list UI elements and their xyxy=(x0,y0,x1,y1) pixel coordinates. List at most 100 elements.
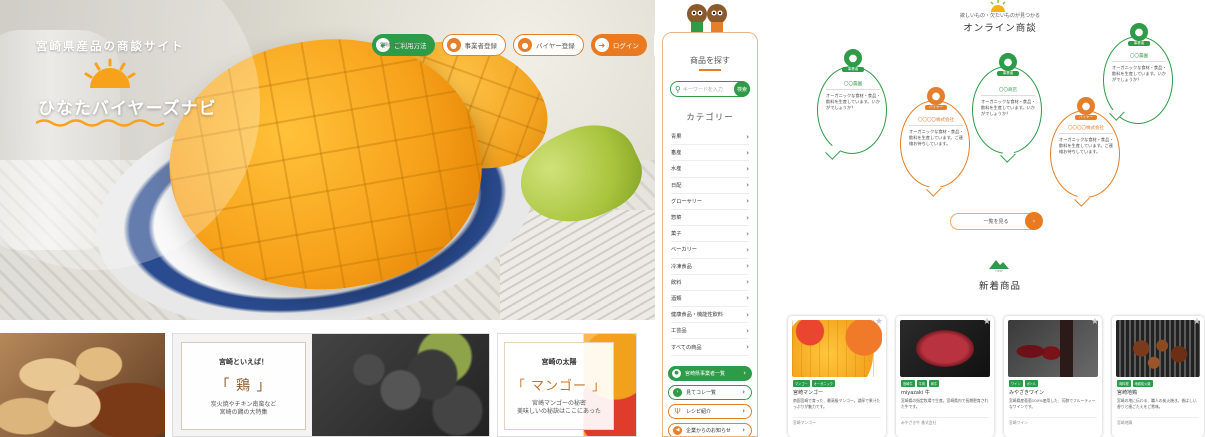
negotiation-bubble[interactable]: ● バイヤー 〇〇〇〇株式会社 オーガニックな食材・食品・飲料を生産しています。ご… xyxy=(900,87,970,197)
category-item[interactable]: 惣菜 › xyxy=(671,210,749,227)
category-item[interactable]: 水産 › xyxy=(671,161,749,178)
bubble-divider xyxy=(1112,61,1166,62)
product-description: 南国宮崎で育った、最高級マンゴー。濃厚で果汁たっぷりが魅力です。 xyxy=(793,398,881,409)
category-item[interactable]: グローサリー › xyxy=(671,194,749,210)
fork-knife-icon: Ψ xyxy=(674,406,681,416)
product-name: 宮崎マンゴー xyxy=(793,390,824,396)
category-item[interactable]: 飲料 › xyxy=(671,275,749,291)
bubble-text: オーガニックな食材・食品・飲料を生産しています。いかがでしょうか？ xyxy=(981,99,1036,117)
card-divider xyxy=(1009,417,1097,418)
product-tag[interactable]: 地鶏炭火焼 xyxy=(1132,380,1153,387)
person-glyph: ● xyxy=(931,90,941,102)
chevron-right-icon: › xyxy=(746,326,749,335)
product-card[interactable]: ★ マンゴー オーガニック 宮崎マンゴー 南国宮崎で育った、最高級マンゴー。濃厚… xyxy=(788,316,886,437)
site-logo-title[interactable]: ひなたバイヤーズナビ xyxy=(38,94,217,119)
search-input[interactable]: ⚲ キーワードを入力 検索 xyxy=(670,81,750,97)
chicken-feature-banner[interactable]: 宮崎といえば！ 「 鶏 」 炭火焼やチキン南蛮など 宮崎の鶏の大特集 xyxy=(172,333,490,437)
chevron-right-icon: › xyxy=(746,343,749,352)
look-list-button[interactable]: › 見てコレ一覧 › xyxy=(668,384,752,400)
sidebar: 商品を探す ⚲ キーワードを入力 検索 カテゴリー 青果 › 畜産 › 水産 › 日配… xyxy=(662,32,758,437)
product-tags: 宮崎牛 牛肉 和牛 xyxy=(901,380,940,387)
mascot-icon xyxy=(687,4,727,32)
recipe-button[interactable]: Ψ レシピ紹介 › xyxy=(668,403,752,419)
bubble-name: 〇〇農園 xyxy=(1130,54,1148,59)
chevron-right-icon: › xyxy=(746,197,749,206)
business-register-button[interactable]: ● 事業者登録 xyxy=(441,34,506,56)
category-item[interactable]: 冷凍食品 › xyxy=(671,259,749,275)
product-tag[interactable]: マンゴー xyxy=(793,380,810,387)
category-item[interactable]: 菓子 › xyxy=(671,226,749,243)
negotiation-bubble[interactable]: ● 事業者 〇〇農園 オーガニックな食材・食品・飲料を生産しています。いかがでしょ… xyxy=(1103,23,1173,124)
recipe-label: レシピ紹介 xyxy=(686,408,712,415)
prefecture-badge[interactable]: 宮崎県 日本の 宮崎県 xyxy=(380,32,655,58)
product-tag[interactable]: 肉料理 xyxy=(1117,380,1131,387)
product-company: 宮崎地鶏 xyxy=(1117,420,1133,425)
online-title: オンライン商談 xyxy=(963,23,1037,34)
login-button[interactable]: ➜ ログイン xyxy=(590,34,647,56)
mango-feature-banner[interactable]: 宮崎の太陽 「 マンゴー 」 宮崎マンゴーの秘密 美味しいの秘訣はここにあった xyxy=(497,333,637,437)
search-button[interactable]: 検索 xyxy=(734,81,750,97)
category-label: 工芸品 xyxy=(671,328,687,335)
card-divider xyxy=(901,417,989,418)
site-tagline: 宮崎県産品の商談サイト xyxy=(36,39,185,53)
favorite-star-icon[interactable]: ★ xyxy=(983,317,991,327)
product-tag[interactable]: 和牛 xyxy=(928,380,940,387)
badge-text: 宮崎県 日本の 宮崎県 xyxy=(380,41,419,47)
category-item[interactable]: 青果 › xyxy=(671,129,749,146)
gyoza-banner[interactable] xyxy=(0,333,165,437)
bubble-text: オーガニックな食材・食品・飲料を生産しています。いかがでしょうか？ xyxy=(1112,65,1167,83)
negotiation-bubble[interactable]: ● 事業者 〇〇商店 オーガニックな食材・食品・飲料を生産しています。いかがでしょ… xyxy=(972,53,1042,163)
bubble-divider xyxy=(909,125,963,126)
buyer-register-button[interactable]: ● バイヤー登録 xyxy=(513,34,584,56)
category-item[interactable]: 健康食品・機能性飲料 › xyxy=(671,307,749,324)
product-tag[interactable]: 宮崎牛 xyxy=(901,380,915,387)
category-label: 水産 xyxy=(671,166,682,173)
title-underline xyxy=(699,69,721,71)
bubble-divider xyxy=(981,95,1035,96)
product-card[interactable]: ★ 宮崎牛 牛肉 和牛 miyazaki 牛 宮崎県の指定牧場で生産。宮崎県内で… xyxy=(896,316,994,437)
bubble-divider xyxy=(1059,133,1113,134)
card-divider xyxy=(1117,417,1199,418)
product-tag[interactable]: オーガニック xyxy=(811,380,835,387)
company-news-button[interactable]: ◀ 企業からのお知らせ › xyxy=(668,422,752,436)
bubble-tail xyxy=(825,144,841,160)
bubble-divider xyxy=(826,89,880,90)
user-avatar-icon: ● 事業者 xyxy=(997,53,1019,76)
arrow-right-icon: › xyxy=(1025,212,1043,230)
chicken-banner-kicker: 宮崎といえば！ xyxy=(219,358,268,366)
product-image xyxy=(900,320,990,377)
negotiation-bubble[interactable]: ● バイヤー 〇〇〇〇株式会社 オーガニックな食材・食品・飲料を生産しています。ご… xyxy=(1050,97,1120,207)
category-item[interactable]: 酒類 › xyxy=(671,291,749,308)
avatar-role-tag: バイヤー xyxy=(925,105,947,110)
favorite-star-icon[interactable]: ★ xyxy=(1091,317,1099,327)
view-all-button[interactable]: 一覧を見る › xyxy=(950,212,1043,230)
category-label: 畜産 xyxy=(671,150,682,157)
category-label: 冷凍食品 xyxy=(671,263,692,270)
favorite-star-icon[interactable]: ★ xyxy=(875,317,883,327)
company-news-label: 企業からのお知らせ xyxy=(686,427,731,434)
favorite-star-icon[interactable]: ★ xyxy=(1193,317,1201,327)
sun-icon xyxy=(990,0,1006,12)
bubble-tail xyxy=(926,181,942,197)
category-item[interactable]: 日配 › xyxy=(671,178,749,194)
product-tag[interactable]: ボトル xyxy=(1024,380,1039,387)
category-title: カテゴリー xyxy=(686,113,734,123)
bubble-tail xyxy=(1074,191,1090,207)
category-item[interactable]: ベーカリー › xyxy=(671,242,749,259)
business-register-label: 事業者登録 xyxy=(464,42,498,50)
product-name: miyazaki 牛 xyxy=(901,390,930,396)
product-card[interactable]: ★ 肉料理 地鶏炭火焼 宮崎地鶏 宮崎の地に伝わる、職人の炭火焼き。香ばしい香り… xyxy=(1112,316,1204,437)
category-item[interactable]: 工芸品 › xyxy=(671,323,749,340)
category-item[interactable]: 畜産 › xyxy=(671,145,749,162)
product-image xyxy=(1008,320,1098,377)
mango-banner-title: 「 マンゴー 」 xyxy=(511,379,607,394)
category-label: 青果 xyxy=(671,134,682,141)
negotiation-bubble[interactable]: ● 事業者 〇〇農園 オーガニックな食材・食品・飲料を生産しています。いかがでしょ… xyxy=(817,49,887,160)
product-card[interactable]: ★ ワイン ボトル みやざきワイン 宮崎県産葡萄100%使用した、芳醇でフルーテ… xyxy=(1004,316,1102,437)
business-list-button[interactable]: ● 宮崎県事業者一覧 › xyxy=(668,365,752,381)
category-label: ベーカリー xyxy=(671,247,697,254)
product-tag[interactable]: ワイン xyxy=(1009,380,1023,387)
product-tag[interactable]: 牛肉 xyxy=(916,380,927,387)
bubble-tail xyxy=(1000,147,1016,163)
category-item[interactable]: すべての商品 › xyxy=(671,339,749,356)
